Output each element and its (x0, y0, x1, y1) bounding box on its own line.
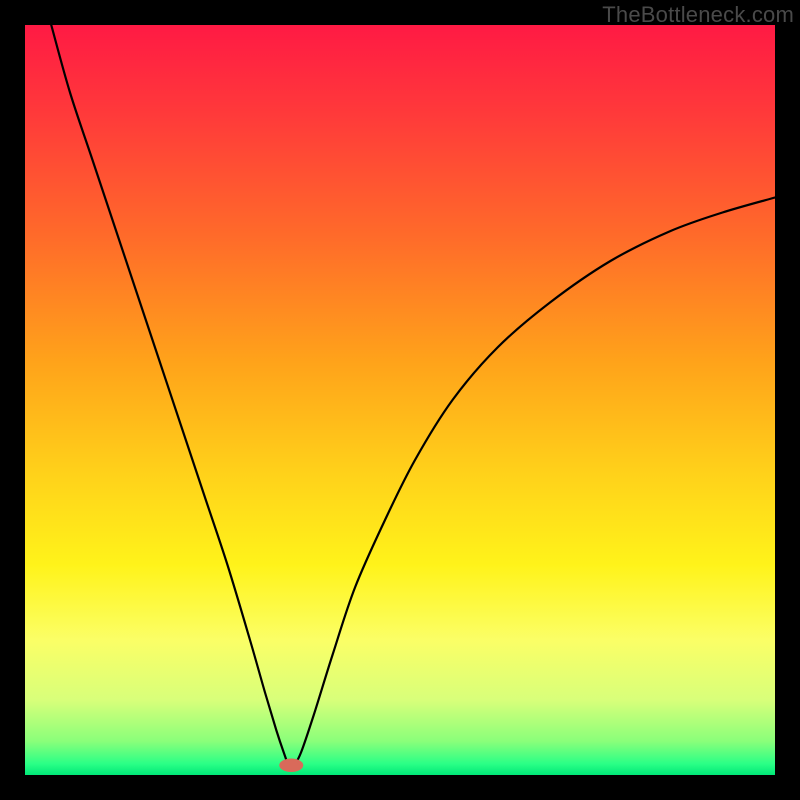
min-marker (279, 759, 303, 773)
watermark-text: TheBottleneck.com (602, 2, 794, 28)
chart-frame (25, 25, 775, 775)
gradient-background (25, 25, 775, 775)
bottleneck-chart (25, 25, 775, 775)
